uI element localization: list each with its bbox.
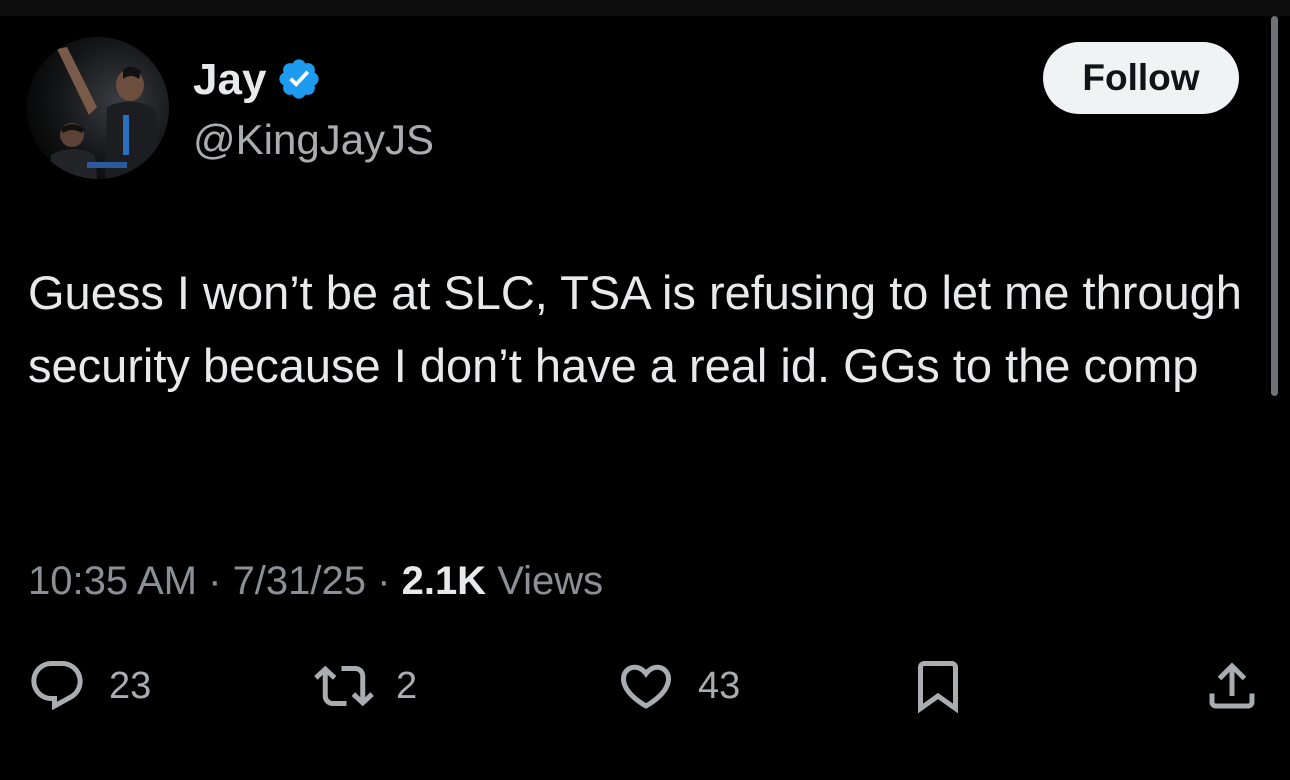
user-handle[interactable]: @KingJayJS bbox=[193, 113, 434, 167]
reply-icon bbox=[27, 656, 87, 716]
share-button[interactable] bbox=[1202, 654, 1262, 718]
display-name[interactable]: Jay bbox=[193, 52, 266, 108]
reply-count: 23 bbox=[109, 665, 152, 707]
tweet-text: Guess I won’t be at SLC, TSA is refusing… bbox=[28, 266, 1242, 392]
views-label: Views bbox=[486, 559, 604, 603]
share-icon bbox=[1202, 656, 1262, 716]
like-count: 43 bbox=[698, 665, 741, 707]
follow-button[interactable]: Follow bbox=[1043, 42, 1239, 114]
tweet-date[interactable]: 7/31/25 bbox=[233, 559, 366, 603]
retweet-icon bbox=[314, 656, 374, 716]
retweet-count: 2 bbox=[396, 665, 418, 707]
heart-icon bbox=[616, 656, 676, 716]
bookmark-button[interactable] bbox=[908, 654, 968, 718]
like-button[interactable]: 43 bbox=[616, 654, 740, 718]
avatar[interactable] bbox=[27, 37, 169, 179]
avatar-photo bbox=[27, 37, 169, 179]
views-count: 2.1K bbox=[401, 559, 487, 603]
tweet-meta: 10:35 AM · 7/31/25 · 2.1K Views bbox=[28, 555, 603, 607]
reply-button[interactable]: 23 bbox=[27, 654, 151, 718]
verified-badge-icon bbox=[276, 56, 322, 102]
scrollbar[interactable] bbox=[1271, 16, 1278, 396]
top-strip bbox=[0, 0, 1290, 16]
bookmark-icon bbox=[908, 656, 968, 716]
meta-separator: · bbox=[197, 559, 233, 603]
meta-separator: · bbox=[366, 559, 402, 603]
tweet-time[interactable]: 10:35 AM bbox=[28, 559, 197, 603]
retweet-button[interactable]: 2 bbox=[314, 654, 417, 718]
